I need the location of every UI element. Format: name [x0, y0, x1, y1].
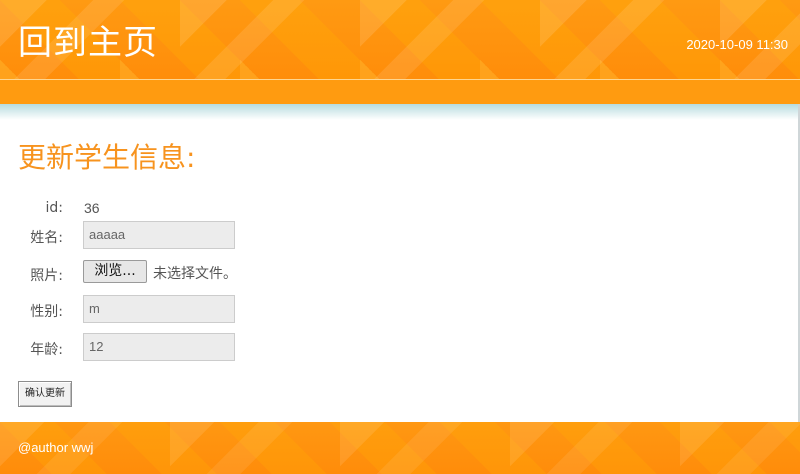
id-label: id:: [45, 200, 64, 216]
submit-update-button[interactable]: 确认更新: [18, 381, 72, 407]
gender-label: 性别:: [30, 304, 63, 320]
age-label: 年龄:: [30, 342, 63, 358]
photo-label: 照片:: [30, 268, 63, 284]
header-banner: 回到主页 2020-10-09 11:30: [0, 0, 800, 79]
divider-shadow: [0, 104, 800, 120]
nav-bar: [0, 79, 800, 104]
form-row-id: id: 36: [0, 194, 300, 222]
footer-banner: @author wwj: [0, 422, 800, 474]
form-row-age: 年龄: 12: [0, 333, 300, 361]
page-title: 更新学生信息:: [18, 141, 196, 174]
form-row-name: 姓名: aaaaa: [0, 221, 300, 249]
form-row-gender: 性别: m: [0, 295, 300, 323]
name-input[interactable]: aaaaa: [83, 221, 235, 249]
home-link[interactable]: 回到主页: [18, 22, 158, 64]
id-value: 36: [84, 200, 100, 216]
age-input[interactable]: 12: [83, 333, 235, 361]
browse-button[interactable]: 浏览...: [83, 260, 147, 283]
current-datetime: 2020-10-09 11:30: [686, 37, 788, 52]
form-row-photo: 照片: 浏览... 未选择文件。: [0, 259, 300, 287]
footer-author: @author wwj: [18, 440, 94, 455]
gender-input[interactable]: m: [83, 295, 235, 323]
no-file-text: 未选择文件。: [153, 266, 237, 282]
name-label: 姓名:: [30, 230, 63, 246]
